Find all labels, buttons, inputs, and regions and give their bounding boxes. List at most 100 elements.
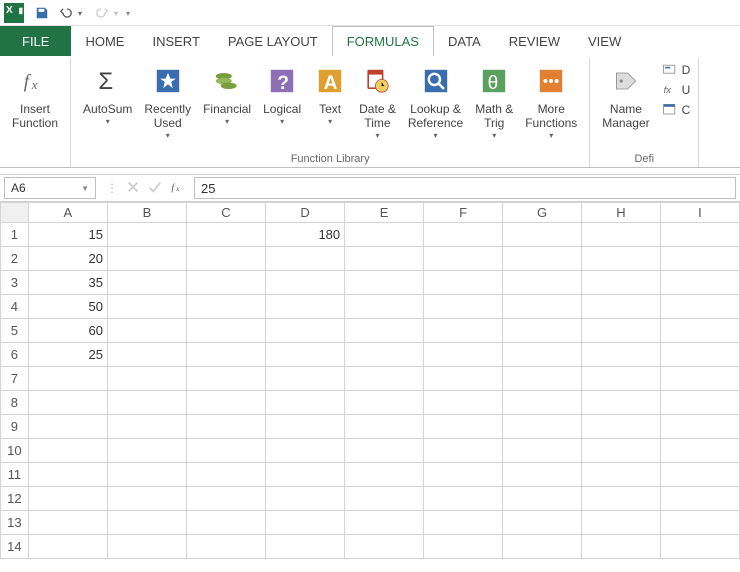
cell-I1[interactable] [660, 223, 739, 247]
cell-H10[interactable] [582, 439, 661, 463]
cell-D10[interactable] [265, 439, 344, 463]
cell-E1[interactable] [345, 223, 424, 247]
name-box[interactable]: A6 ▼ [4, 177, 96, 199]
col-header-G[interactable]: G [503, 203, 582, 223]
cell-I4[interactable] [660, 295, 739, 319]
cell-E12[interactable] [345, 487, 424, 511]
col-header-C[interactable]: C [186, 203, 265, 223]
cell-F10[interactable] [424, 439, 503, 463]
cell-D6[interactable] [265, 343, 344, 367]
lookup-button[interactable]: Lookup & Reference ▾ [402, 58, 469, 140]
logical-button[interactable]: ? Logical ▾ [257, 58, 307, 126]
cell-D11[interactable] [265, 463, 344, 487]
cell-I6[interactable] [660, 343, 739, 367]
cell-G10[interactable] [503, 439, 582, 463]
cell-C12[interactable] [186, 487, 265, 511]
financial-button[interactable]: Financial ▾ [197, 58, 257, 126]
cell-G11[interactable] [503, 463, 582, 487]
cell-A6[interactable]: 25 [28, 343, 107, 367]
cell-B13[interactable] [107, 511, 186, 535]
col-header-D[interactable]: D [265, 203, 344, 223]
cell-I12[interactable] [660, 487, 739, 511]
cell-I2[interactable] [660, 247, 739, 271]
cell-E2[interactable] [345, 247, 424, 271]
cell-F13[interactable] [424, 511, 503, 535]
cell-H13[interactable] [582, 511, 661, 535]
autosum-button[interactable]: Σ AutoSum ▾ [77, 58, 138, 126]
tab-data[interactable]: DATA [434, 26, 495, 56]
define-name-button[interactable]: D [662, 62, 691, 78]
cell-C11[interactable] [186, 463, 265, 487]
cell-B14[interactable] [107, 535, 186, 559]
enter-formula-button[interactable] [148, 180, 162, 197]
cell-H1[interactable] [582, 223, 661, 247]
cell-I11[interactable] [660, 463, 739, 487]
cell-F11[interactable] [424, 463, 503, 487]
cell-E7[interactable] [345, 367, 424, 391]
cell-G3[interactable] [503, 271, 582, 295]
cell-F7[interactable] [424, 367, 503, 391]
cell-C4[interactable] [186, 295, 265, 319]
cancel-formula-button[interactable] [126, 180, 140, 197]
cell-E11[interactable] [345, 463, 424, 487]
cell-B2[interactable] [107, 247, 186, 271]
cell-F14[interactable] [424, 535, 503, 559]
cell-E14[interactable] [345, 535, 424, 559]
cell-F6[interactable] [424, 343, 503, 367]
col-header-I[interactable]: I [660, 203, 739, 223]
col-header-H[interactable]: H [582, 203, 661, 223]
cell-A10[interactable] [28, 439, 107, 463]
cell-G7[interactable] [503, 367, 582, 391]
cell-C13[interactable] [186, 511, 265, 535]
col-header-E[interactable]: E [345, 203, 424, 223]
cell-G4[interactable] [503, 295, 582, 319]
cell-D4[interactable] [265, 295, 344, 319]
row-header-8[interactable]: 8 [1, 391, 29, 415]
cell-F9[interactable] [424, 415, 503, 439]
cell-C8[interactable] [186, 391, 265, 415]
row-header-14[interactable]: 14 [1, 535, 29, 559]
cell-C7[interactable] [186, 367, 265, 391]
qat-customize[interactable]: ▾ [126, 9, 130, 18]
cell-A4[interactable]: 50 [28, 295, 107, 319]
row-header-4[interactable]: 4 [1, 295, 29, 319]
cell-I7[interactable] [660, 367, 739, 391]
cell-B8[interactable] [107, 391, 186, 415]
undo-button[interactable] [56, 3, 76, 23]
cell-D9[interactable] [265, 415, 344, 439]
cell-C5[interactable] [186, 319, 265, 343]
cell-G12[interactable] [503, 487, 582, 511]
cell-A8[interactable] [28, 391, 107, 415]
more-functions-button[interactable]: More Functions ▾ [519, 58, 583, 140]
cell-A7[interactable] [28, 367, 107, 391]
cell-D3[interactable] [265, 271, 344, 295]
cell-G5[interactable] [503, 319, 582, 343]
row-header-10[interactable]: 10 [1, 439, 29, 463]
cell-G13[interactable] [503, 511, 582, 535]
cell-F12[interactable] [424, 487, 503, 511]
cell-E13[interactable] [345, 511, 424, 535]
cell-A9[interactable] [28, 415, 107, 439]
tab-file[interactable]: FILE [0, 26, 71, 56]
cell-C6[interactable] [186, 343, 265, 367]
cell-A11[interactable] [28, 463, 107, 487]
spreadsheet-grid[interactable]: ABCDEFGHI1151802203354505606257891011121… [0, 202, 740, 572]
tab-page-layout[interactable]: PAGE LAYOUT [214, 26, 332, 56]
cell-G1[interactable] [503, 223, 582, 247]
row-header-6[interactable]: 6 [1, 343, 29, 367]
cell-I13[interactable] [660, 511, 739, 535]
cell-E3[interactable] [345, 271, 424, 295]
cell-E8[interactable] [345, 391, 424, 415]
row-header-13[interactable]: 13 [1, 511, 29, 535]
cell-H7[interactable] [582, 367, 661, 391]
row-header-2[interactable]: 2 [1, 247, 29, 271]
recently-used-button[interactable]: Recently Used ▾ [138, 58, 197, 140]
tab-formulas[interactable]: FORMULAS [332, 26, 434, 56]
cell-D12[interactable] [265, 487, 344, 511]
cell-H3[interactable] [582, 271, 661, 295]
cell-E4[interactable] [345, 295, 424, 319]
cell-A3[interactable]: 35 [28, 271, 107, 295]
save-button[interactable] [32, 3, 52, 23]
row-header-3[interactable]: 3 [1, 271, 29, 295]
cell-B12[interactable] [107, 487, 186, 511]
